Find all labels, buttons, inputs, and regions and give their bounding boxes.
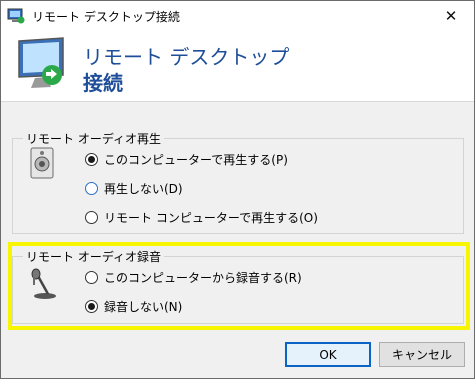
header-banner: リモート デスクトップ 接続 [1, 31, 474, 102]
banner-title: リモート デスクトップ [83, 45, 290, 69]
ok-button[interactable]: OK [285, 342, 371, 367]
cancel-button[interactable]: キャンセル [379, 342, 465, 367]
speaker-icon [30, 147, 54, 179]
recording-highlight-box [8, 242, 470, 330]
close-icon: ✕ [444, 7, 458, 25]
radio-play-on-this-computer[interactable]: このコンピューターで再生する(P) [85, 151, 288, 168]
radio-play-on-remote-computer[interactable]: リモート コンピューターで再生する(O) [85, 209, 318, 226]
radio-do-not-play[interactable]: 再生しない(D) [85, 180, 183, 197]
radio-button-selected[interactable] [85, 153, 98, 166]
group-legend: リモート オーディオ再生 [23, 130, 164, 147]
close-button[interactable]: ✕ [428, 1, 474, 31]
remote-desktop-icon [7, 8, 25, 24]
radio-label: 再生しない(D) [104, 182, 183, 196]
remote-desktop-dialog: リモート デスクトップ接続 ✕ リモート デスクトップ 接続 リモート オーディ… [0, 0, 475, 379]
banner-subtitle: 接続 [83, 71, 123, 95]
remote-desktop-icon [18, 37, 64, 88]
radio-label: このコンピューターで再生する(P) [104, 153, 288, 167]
radio-button[interactable] [85, 182, 98, 195]
title-bar[interactable]: リモート デスクトップ接続 ✕ [1, 1, 474, 31]
window-title: リモート デスクトップ接続 [32, 10, 180, 24]
radio-button[interactable] [85, 211, 98, 224]
radio-label: リモート コンピューターで再生する(O) [104, 211, 318, 225]
